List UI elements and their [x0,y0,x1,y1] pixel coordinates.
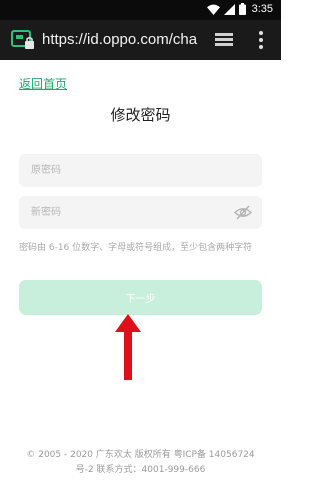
url-bar[interactable]: https://id.oppo.com/chan [42,29,198,51]
tab-switcher-icon[interactable] [11,30,35,50]
next-step-button[interactable]: 下一步 [19,280,262,315]
footer-contact: 号-2 联系方式：4001-999-666 [75,465,206,475]
battery-icon [238,3,246,15]
back-home-link[interactable]: 返回首页 [19,75,67,92]
annotation-arrow-up-icon [115,314,141,380]
wifi-icon [206,4,220,15]
status-time: 3:35 [251,3,273,15]
status-icons: 3:35 [206,3,273,15]
page-content: 返回首页 修改密码 密码由 6-16 位数字、字母或符号组成，至少包含两种字符 … [0,60,281,500]
reader-mode-icon[interactable] [214,31,234,49]
overflow-menu-icon[interactable] [256,30,266,50]
page-title: 修改密码 [110,106,171,124]
new-password-input[interactable] [19,196,262,229]
eye-off-icon[interactable] [234,205,252,220]
old-password-field[interactable] [19,154,262,187]
footer-copyright: © 2005 - 2020 广东欢太 版权所有 粤ICP备 14056724 [26,450,255,460]
old-password-input[interactable] [19,154,262,187]
browser-toolbar: https://id.oppo.com/chan [0,20,281,60]
new-password-field[interactable] [19,196,262,229]
signal-icon [223,3,235,15]
footer: © 2005 - 2020 广东欢太 版权所有 粤ICP备 14056724 号… [0,448,281,478]
status-bar: 3:35 [0,0,281,20]
password-hint: 密码由 6-16 位数字、字母或符号组成，至少包含两种字符 [19,243,253,253]
